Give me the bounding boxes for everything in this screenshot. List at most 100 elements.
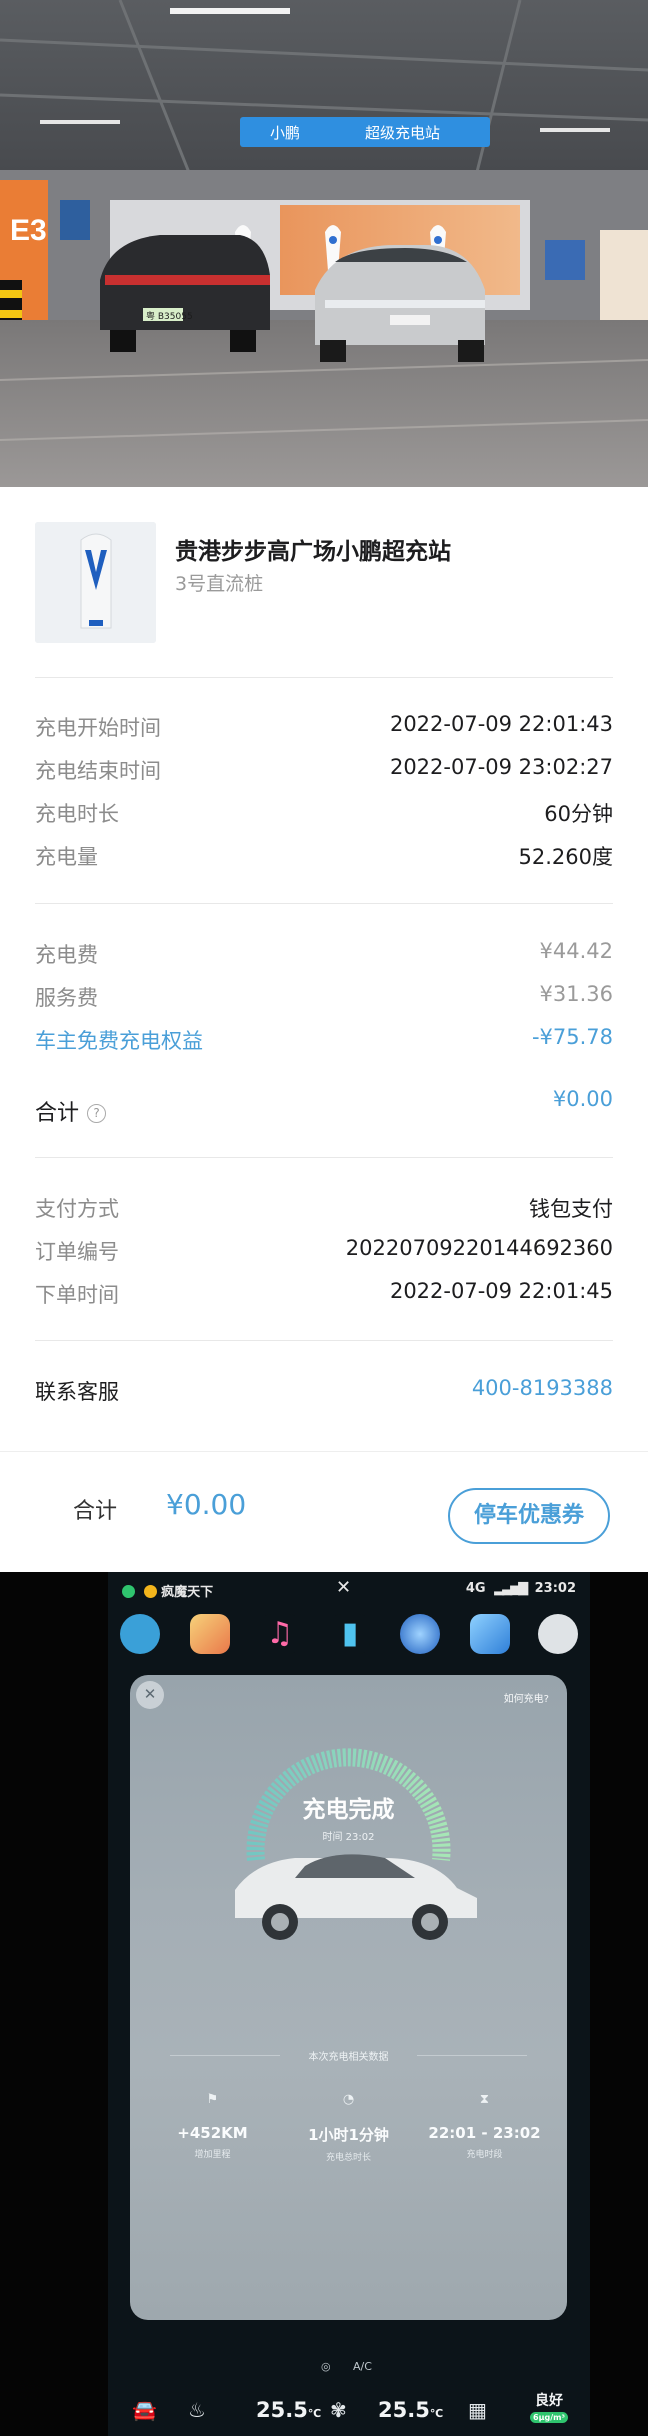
total-label-group: 合计? (35, 1095, 107, 1127)
bottom-total-label: 合计 (73, 1499, 118, 1524)
divider (35, 677, 613, 678)
charge-complete-panel: ✕ 如何充电? 充电完成 时间 23:02 本次充电相关数据 ⚑ +452KM … (130, 1675, 567, 2320)
status-time: 23:02 (534, 1581, 576, 1596)
rear-defrost-icon[interactable]: ▦ (468, 2398, 487, 2422)
signal-icon: ▂▃▅▇ (494, 1581, 528, 1596)
left-temp-value: 25.5 (256, 2398, 308, 2422)
order-time-row: 下单时间 2022-07-09 22:01:45 (35, 1279, 613, 1309)
charge-energy-row: 充电量 52.260度 (35, 841, 613, 871)
fan-icon[interactable]: ✾ (330, 2398, 347, 2422)
divider (35, 1157, 613, 1158)
car-status-bar: 疯魔天下 ✕ 4G ▂▃▅▇ 23:02 (108, 1576, 590, 1602)
order-number-row: 订单编号 20220709220144692360 (35, 1236, 613, 1266)
left-temperature[interactable]: 25.5℃ (256, 2398, 321, 2422)
order-detail: 贵港步步高广场小鹏超充站 3号直流桩 充电开始时间 2022-07-09 22:… (0, 487, 648, 1572)
charge-period-stat: ⧗ 22:01 - 23:02 充电时段 (412, 2092, 557, 2160)
brand-sign: 小鹏 (270, 124, 300, 142)
charge-fee-value: ¥44.42 (539, 939, 613, 963)
help-icon[interactable]: ? (87, 1104, 107, 1123)
customer-service-phone[interactable]: 400-8193388 (472, 1376, 613, 1400)
section-divider (417, 2055, 527, 2056)
total-label: 合计 (35, 1101, 80, 1126)
settings-app-icon[interactable] (538, 1614, 578, 1654)
total-duration-label: 充电总时长 (325, 2153, 371, 2163)
charge-energy-label: 充电量 (35, 845, 98, 869)
added-range-value: +452KM (177, 2124, 248, 2142)
car-icon[interactable]: 🚘 (132, 2398, 157, 2422)
total-duration-value: 1小时1分钟 (308, 2126, 389, 2144)
added-range-label: 增加里程 (194, 2150, 231, 2160)
clock-icon: ◔ (342, 2092, 355, 2107)
order-number-value: 20220709220144692360 (345, 1236, 613, 1260)
payment-method-label: 支付方式 (35, 1197, 119, 1221)
music-icon (143, 1585, 157, 1598)
service-fee-row: 服务费 ¥31.36 (35, 982, 613, 1012)
temp-unit: ℃ (429, 2407, 444, 2420)
charge-start-row: 充电开始时间 2022-07-09 22:01:43 (35, 712, 613, 742)
air-quality-value: 良好 (535, 2393, 564, 2409)
flag-icon: ⚑ (206, 2092, 219, 2107)
network-label: 4G (465, 1581, 486, 1596)
cube-app-icon[interactable] (470, 1614, 510, 1654)
status-left: 疯魔天下 (122, 1581, 213, 1600)
customer-service-row[interactable]: 联系客服 400-8193388 (35, 1376, 613, 1406)
charging-icon (122, 1585, 135, 1598)
right-temp-value: 25.5 (378, 2398, 430, 2422)
charging-station-photo: E3 小鹏 超级充电站 粤 B35055 (0, 0, 648, 487)
charge-start-value: 2022-07-09 22:01:43 (389, 712, 613, 736)
station-header[interactable]: 贵港步步高广场小鹏超充站 3号直流桩 (35, 522, 613, 643)
right-temperature[interactable]: 25.5℃ (378, 2398, 443, 2422)
charge-start-label: 充电开始时间 (35, 716, 161, 740)
added-range-stat: ⚑ +452KM 增加里程 (140, 2092, 285, 2160)
charge-period-label: 充电时段 (466, 2150, 503, 2160)
payment-method-row: 支付方式 钱包支付 (35, 1193, 613, 1223)
charge-end-row: 充电结束时间 2022-07-09 23:02:27 (35, 755, 613, 785)
charge-ring (235, 1748, 477, 1940)
station-name: 贵港步步高广场小鹏超充站 (175, 539, 451, 565)
owner-benefit-label[interactable]: 车主免费充电权益 (35, 1025, 203, 1055)
total-value: ¥0.00 (552, 1087, 613, 1111)
hourglass-icon: ⧗ (479, 2092, 490, 2107)
charge-energy-value: 52.260度 (518, 845, 613, 869)
music-app-icon[interactable]: ♫ (260, 1614, 300, 1654)
charge-complete-title: 充电完成 (302, 1797, 395, 1823)
order-number-label: 订单编号 (35, 1240, 119, 1264)
xpeng-logo-icon: ✕ (336, 1577, 352, 1598)
photos-app-icon[interactable] (190, 1614, 230, 1654)
order-time-label: 下单时间 (35, 1283, 119, 1307)
xpilot-app-icon[interactable] (120, 1614, 160, 1654)
bottom-bar: 合计 ¥0.00 停车优惠券 (0, 1451, 648, 1572)
air-quality-badge: 6μg/m³ (530, 2412, 568, 2423)
divider (35, 1340, 613, 1341)
owner-benefit-value: -¥75.78 (531, 1025, 613, 1049)
service-fee-label: 服务费 (35, 986, 98, 1010)
auto-icon[interactable]: ◎ (321, 2360, 331, 2373)
charge-fee-label: 充电费 (35, 943, 98, 967)
temp-unit: ℃ (307, 2407, 322, 2420)
ac-label[interactable]: A/C (353, 2360, 372, 2373)
bay-label: E3 (10, 214, 47, 247)
now-playing-text: 疯魔天下 (161, 1585, 214, 1600)
charge-duration-row: 充电时长 60分钟 (35, 798, 613, 828)
parking-coupon-button[interactable]: 停车优惠券 (448, 1488, 610, 1544)
car-screen-photo: 疯魔天下 ✕ 4G ▂▃▅▇ 23:02 ♫ ▮ ✕ 如何充电? 充电完成 时间… (0, 1572, 648, 2436)
charge-complete-time: 时间 23:02 (322, 1832, 375, 1843)
payment-method-value: 钱包支付 (529, 1197, 613, 1221)
charge-duration-value: 60分钟 (544, 802, 613, 826)
climate-bar: ◎ A/C 🚘 ♨ 25.5℃ ✾ 25.5℃ ▦ 良好 6μg/m³ (108, 2338, 590, 2436)
app-dock: ♫ ▮ (108, 1606, 590, 1666)
owner-benefit-row[interactable]: 车主免费充电权益 -¥75.78 (35, 1025, 613, 1055)
battery-app-icon[interactable]: ▮ (330, 1614, 370, 1654)
charge-end-value: 2022-07-09 23:02:27 (389, 755, 613, 779)
bottom-total-amount: ¥0.00 (166, 1488, 247, 1521)
status-right: 4G ▂▃▅▇ 23:02 (466, 1581, 576, 1596)
station-sign: 超级充电站 (365, 124, 440, 142)
service-fee-value: ¥31.36 (539, 982, 613, 1006)
defrost-icon[interactable]: ♨ (188, 2398, 206, 2422)
air-quality[interactable]: 良好 6μg/m³ (530, 2390, 568, 2423)
charge-end-label: 充电结束时间 (35, 759, 161, 783)
order-time-value: 2022-07-09 22:01:45 (389, 1279, 613, 1303)
charger-pile-label: 3号直流桩 (175, 573, 264, 595)
browser-app-icon[interactable] (400, 1614, 440, 1654)
customer-service-label: 联系客服 (35, 1380, 119, 1404)
